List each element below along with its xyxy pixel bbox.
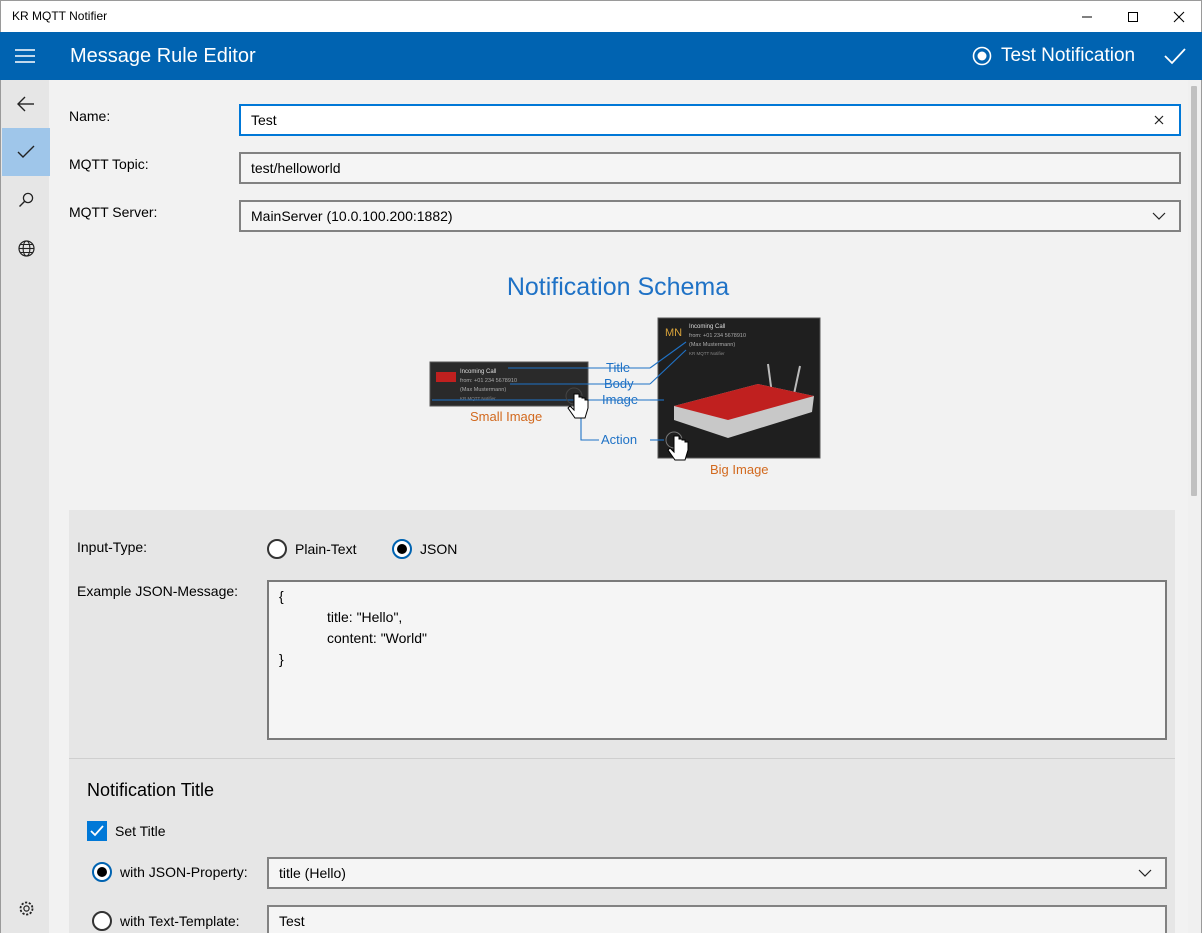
radio-plain-text-label: Plain-Text [295,541,357,557]
schema-label-body: Body [604,376,634,391]
nav-servers[interactable] [2,224,50,272]
name-input[interactable]: Test [239,104,1181,136]
checkmark-icon [17,145,35,158]
small-image-caption: Small Image [470,409,542,424]
input-type-label: Input-Type: [77,539,148,555]
dropdown-arrow [1149,206,1169,226]
small-card-name: (Max Mustermann) [460,387,506,393]
set-title-checkbox-box [87,821,107,841]
radio-text-template-circle [92,911,112,931]
topic-label: MQTT Topic: [69,156,149,172]
maximize-icon [1128,12,1138,22]
scrollbar-thumb[interactable] [1191,86,1197,496]
radio-json-circle [392,539,412,559]
big-image-caption: Big Image [710,462,769,477]
json-property-dropdown[interactable]: title (Hello) [267,857,1167,889]
json-line-4: } [279,651,284,667]
small-card-title: Incoming Call [460,369,496,375]
big-card-from: from: +01 234 5678910 [689,333,746,339]
nav-back[interactable] [2,80,50,128]
radio-json-label: JSON [420,541,458,557]
window-title: KR MQTT Notifier [12,9,108,23]
close-icon [1173,11,1185,23]
page-title: Message Rule Editor [70,45,256,67]
server-label: MQTT Server: [69,204,158,220]
name-input-value: Test [251,112,277,128]
clear-icon [1154,115,1164,125]
name-label: Name: [69,108,111,124]
input-settings-panel: Input-Type: Plain-Text JSON Example JSON… [69,510,1175,933]
topic-input-value: test/helloworld [251,160,341,176]
set-title-label: Set Title [115,823,166,839]
globe-icon [17,239,35,257]
checkmark-icon [90,825,104,837]
search-icon [19,192,34,207]
json-line-1: { [279,588,284,604]
json-line-2: title: "Hello", [327,609,403,625]
save-button[interactable] [1160,42,1190,70]
small-card-from: from: +01 234 5678910 [460,378,517,384]
radio-text-template[interactable]: with Text-Template: [92,911,240,931]
chevron-down-icon [1138,869,1152,877]
nav-search[interactable] [2,176,50,224]
test-notification-label: Test Notification [1001,45,1136,66]
test-notification-button[interactable]: Test Notification [972,44,1135,68]
nav-rules[interactable] [2,128,50,176]
radio-plain-text[interactable]: Plain-Text [267,539,356,559]
radio-text-template-label: with Text-Template: [120,913,240,929]
app-header: Message Rule Editor Test Notification [0,32,1202,80]
side-navigation [0,80,50,933]
radio-plain-text-circle [267,539,287,559]
topic-input[interactable]: test/helloworld [239,152,1181,184]
server-dropdown[interactable]: MainServer (10.0.100.200:1882) [239,200,1181,232]
radio-json-property[interactable]: with JSON-Property: [92,862,248,882]
schema-label-title: Title [606,360,630,375]
title-bar: KR MQTT Notifier [0,0,1202,32]
maximize-button[interactable] [1110,1,1156,33]
radio-target-icon [972,46,992,66]
big-card-name: (Max Mustermann) [689,342,735,348]
rule-editor-content: Name: Test MQTT Topic: test/helloworld M… [49,80,1187,933]
example-json-textarea[interactable]: { title: "Hello", content: "World" } [267,580,1167,740]
gear-icon [19,901,33,915]
checkmark-icon [1164,48,1186,65]
notification-schema-diagram: Incoming Call from: +01 234 5678910 (Max… [429,317,821,477]
notification-title-heading: Notification Title [87,780,215,800]
radio-json[interactable]: JSON [392,539,457,559]
big-card-title: Incoming Call [689,324,725,330]
minimize-icon [1082,16,1092,18]
close-button[interactable] [1156,1,1202,33]
radio-json-property-circle [92,862,112,882]
hamburger-icon [15,49,35,63]
schema-title: Notification Schema [506,273,730,301]
back-arrow-icon [17,96,34,112]
schema-label-action: Action [601,432,637,447]
text-template-value: Test [279,913,305,929]
nav-settings[interactable] [2,884,50,932]
vertical-scrollbar[interactable] [1188,80,1202,933]
hamburger-menu-button[interactable] [0,32,50,80]
json-property-value: title (Hello) [279,865,346,881]
dropdown-arrow [1135,863,1155,883]
clear-input-button[interactable] [1149,110,1169,130]
small-card-router-image [436,372,456,382]
big-card-app: KR MQTT Notifier [689,351,725,356]
minimize-button[interactable] [1064,1,1110,33]
json-line-3: content: "World" [327,630,427,646]
server-dropdown-value: MainServer (10.0.100.200:1882) [251,208,453,224]
section-divider [69,758,1175,759]
radio-json-property-label: with JSON-Property: [120,864,248,880]
chevron-down-icon [1152,212,1166,220]
example-json-label: Example JSON-Message: [77,583,239,599]
schema-label-image: Image [602,392,638,407]
app-logo-mark: MN [665,327,682,339]
text-template-input[interactable]: Test [267,905,1167,933]
set-title-checkbox[interactable]: Set Title [87,821,166,841]
